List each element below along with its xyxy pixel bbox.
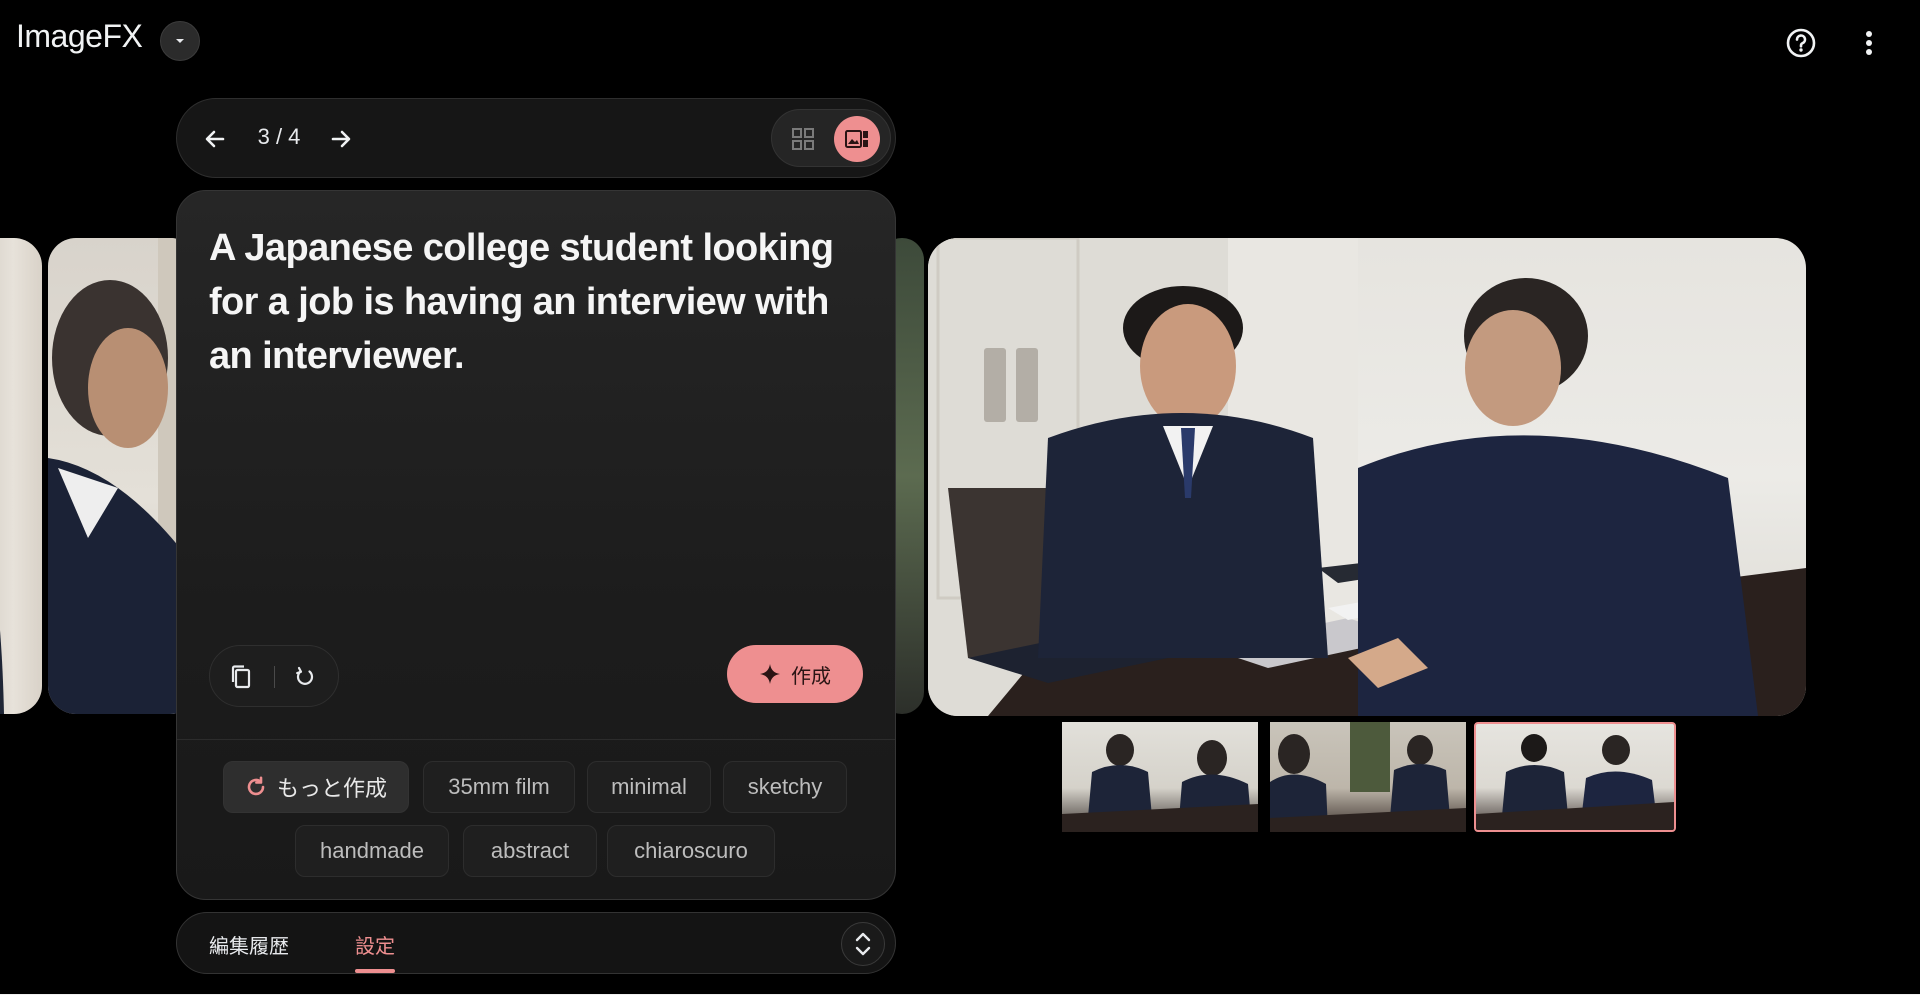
chevron-down-icon [176, 39, 184, 43]
previous-image-button[interactable] [193, 117, 237, 161]
suggestion-chip-sketchy[interactable]: sketchy [723, 761, 847, 813]
grid-icon [792, 128, 814, 150]
prompt-card: A Japanese college student looking for a… [176, 190, 896, 900]
copy-prompt-button[interactable] [220, 656, 262, 698]
thumbnail-2[interactable] [1270, 722, 1466, 832]
suggestion-chip-minimal[interactable]: minimal [587, 761, 711, 813]
arrow-right-icon [331, 130, 351, 148]
help-circle-icon [1786, 28, 1816, 58]
create-button-label: 作成 [791, 663, 831, 688]
carousel-image-1[interactable] [0, 238, 42, 714]
app-switcher-button[interactable] [160, 21, 200, 61]
prompt-text[interactable]: A Japanese college student looking for a… [209, 221, 849, 383]
unfold-icon [855, 932, 871, 956]
grid-view-button[interactable] [782, 118, 824, 160]
thumbnail-3-selected[interactable] [1474, 722, 1676, 832]
more-suggestions-chip[interactable]: もっと作成 [223, 761, 409, 813]
active-tab-indicator [355, 969, 395, 973]
image-counter: 3 / 4 [257, 124, 301, 149]
single-image-icon [845, 130, 868, 148]
view-toggle [771, 109, 891, 167]
thumbnail-3-art [1476, 734, 1674, 830]
prompt-tools [209, 645, 339, 707]
tool-divider [274, 666, 275, 688]
refresh-icon [247, 776, 265, 796]
carousel-image-1-art [0, 630, 4, 714]
thumbnail-2-art [1270, 722, 1466, 832]
thumbnail-1-art [1062, 734, 1258, 832]
more-options-button[interactable] [1848, 22, 1890, 64]
suggestion-chip-handmade[interactable]: handmade [295, 825, 449, 877]
help-button[interactable] [1780, 22, 1822, 64]
app-title: ImageFX [16, 18, 143, 54]
thumbnail-1[interactable] [1062, 722, 1258, 832]
expand-panel-button[interactable] [841, 922, 885, 966]
tab-edit-history[interactable]: 編集履歴 [209, 930, 289, 959]
arrow-left-icon [205, 130, 225, 148]
sparkle-icon [760, 664, 780, 684]
bottom-tabs: 編集履歴 設定 [176, 912, 896, 974]
main-image[interactable] [928, 238, 1806, 716]
suggestion-chip-35mm-film[interactable]: 35mm film [423, 761, 575, 813]
more-vert-icon [1866, 31, 1872, 55]
create-button[interactable]: 作成 [727, 645, 863, 703]
single-view-button[interactable] [834, 116, 880, 162]
reset-prompt-button[interactable] [284, 656, 326, 698]
suggestion-chip-chiaroscuro[interactable]: chiaroscuro [607, 825, 775, 877]
copy-icon [231, 665, 251, 689]
main-image-art [928, 238, 1806, 716]
more-suggestions-label: もっと作成 [276, 776, 387, 801]
suggestion-chip-abstract[interactable]: abstract [463, 825, 597, 877]
image-navigator: 3 / 4 [176, 98, 896, 178]
tab-settings[interactable]: 設定 [355, 930, 395, 959]
next-image-button[interactable] [319, 117, 363, 161]
reset-icon [296, 666, 314, 685]
card-divider [177, 739, 895, 740]
